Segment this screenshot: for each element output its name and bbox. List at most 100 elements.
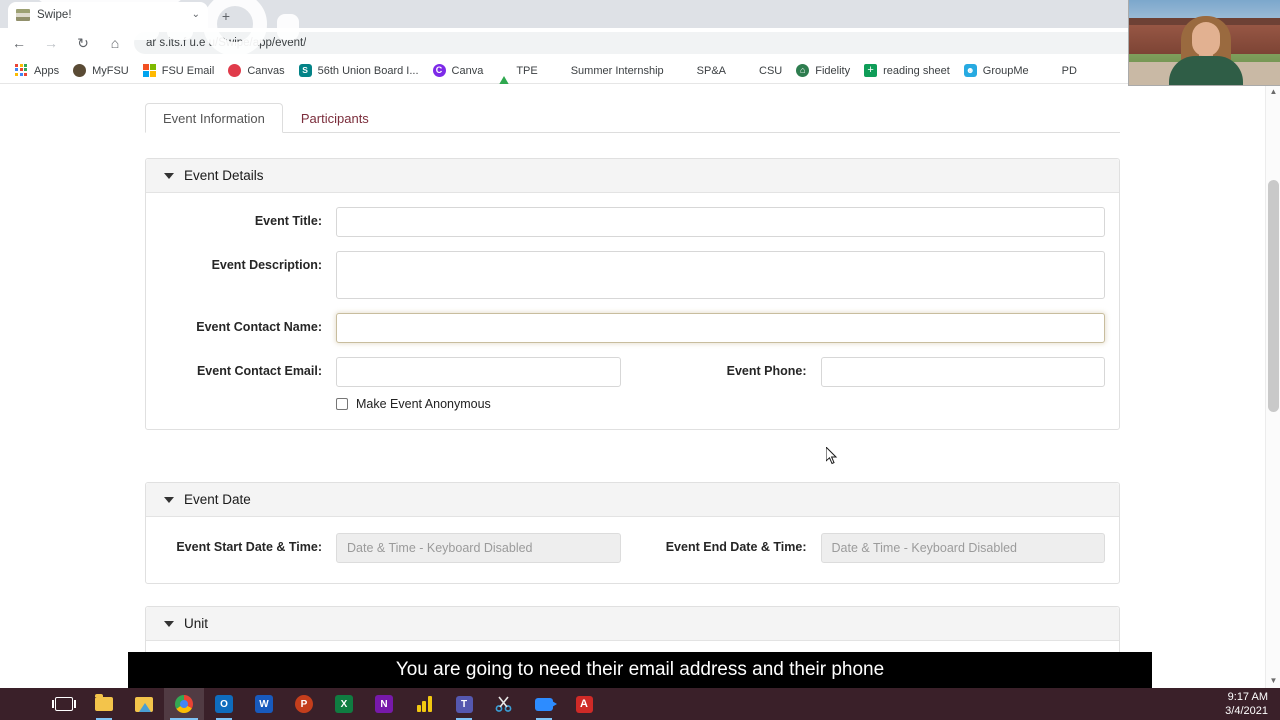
event-contact-name-input[interactable] [336,313,1105,343]
event-start-datetime-input[interactable] [336,533,621,563]
word-button[interactable]: W [244,688,284,720]
task-view-button[interactable] [44,688,84,720]
chrome-button[interactable] [164,688,204,720]
onenote-button[interactable]: N [364,688,404,720]
scroll-down-icon[interactable]: ▼ [1269,676,1278,685]
caption-bar: You are going to need their email addres… [128,652,1152,688]
start-button[interactable] [4,688,44,720]
bookmark-tpe[interactable]: TPE [490,60,544,88]
task-view-icon [52,697,76,711]
snip-sketch-button[interactable] [484,688,524,720]
bookmark-canva[interactable]: C Canva [426,60,491,82]
field-row-contact-email-phone: Event Contact Email: Event Phone: [146,357,1119,387]
scroll-up-icon[interactable]: ▲ [1269,87,1278,96]
excel-button[interactable]: X [324,688,364,720]
chevron-down-icon[interactable] [164,172,174,179]
tab-event-information[interactable]: Event Information [145,103,283,133]
groupme-icon: ☻ [963,63,978,78]
outlook-button[interactable]: O [204,688,244,720]
folder-app-icon [135,696,153,712]
acrobat-button[interactable]: A [564,688,604,720]
home-button[interactable]: ⌂ [102,30,128,56]
back-button[interactable]: ← [6,30,32,56]
media-app-button[interactable] [124,688,164,720]
video-camera-icon [535,697,557,711]
teams-button[interactable]: T [444,688,484,720]
bookmark-union-board[interactable]: S 56th Union Board I... [292,60,426,82]
taskbar-clock[interactable]: 9:17 AM 3/4/2021 [1225,690,1268,718]
canvas-icon [228,63,242,78]
event-date-header[interactable]: Event Date [146,483,1119,517]
address-bar[interactable]: ar s.its.f u.e u/Swipe/app/event/ [134,32,1242,54]
forward-button[interactable]: → [38,30,64,56]
tab-favicon-icon [16,9,30,21]
excel-icon: X [335,695,353,713]
anonymous-checkbox-row[interactable]: Make Event Anonymous [146,397,1119,411]
google-drive-icon [497,63,512,88]
scissors-icon [495,696,512,712]
event-contact-name-label: Event Contact Name: [196,320,322,334]
bookmark-apps[interactable]: Apps [8,60,66,82]
new-tab-button[interactable]: + [216,6,236,26]
vertical-scrollbar[interactable]: ▲ ▼ [1265,84,1280,688]
chevron-down-icon[interactable] [164,620,174,627]
sharepoint-icon: S [298,63,313,78]
bookmark-fidelity[interactable]: ⌂ Fidelity [789,60,857,82]
bookmark-myfsu[interactable]: MyFSU [66,60,136,82]
caption-text: You are going to need their email addres… [395,659,885,680]
event-contact-email-input[interactable] [336,357,621,387]
folder-icon [552,64,566,78]
event-start-label: Event Start Date & Time: [176,540,322,554]
section-title: Event Date [184,492,251,507]
bookmark-csu[interactable]: CSU [733,60,789,82]
bookmark-label: GroupMe [982,64,1029,77]
field-row-event-dates: Event Start Date & Time: Event End Date … [146,533,1119,563]
event-phone-input[interactable] [820,357,1105,387]
bookmarks-bar: Apps MyFSU FSU Email Canvas S 56th Union… [0,58,1280,88]
reload-button[interactable]: ↻ [70,30,96,56]
bookmark-fsu-email[interactable]: FSU Email [136,60,222,82]
section-title: Unit [184,616,209,631]
url-text: ar s.its.f u.e u/Swipe/app/event/ [146,37,307,49]
make-event-anonymous-checkbox[interactable] [336,398,348,410]
event-description-label: Event Description: [211,258,322,272]
tab-participants[interactable]: Participants [283,103,387,133]
event-details-header[interactable]: Event Details [146,159,1119,193]
bookmark-label: CSU [759,64,783,77]
bookmark-canvas[interactable]: Canvas [221,60,291,82]
event-end-datetime-input[interactable] [820,533,1105,563]
event-title-input[interactable] [336,207,1105,237]
bookmark-label: Summer Internship [570,64,664,77]
bookmark-label: Canvas [247,64,285,77]
bookmark-spa[interactable]: SP&A [671,60,733,82]
event-details-card: Event Details Event Title: Event Descrip… [145,158,1120,430]
webcam-overlay [1128,0,1280,86]
event-contact-email-label: Event Contact Email: [196,364,322,378]
browser-tab[interactable]: Swipe! ⌄ [8,2,208,28]
outlook-icon: O [215,695,233,713]
powerpoint-button[interactable]: P [284,688,324,720]
bookmark-label: Fidelity [815,64,851,77]
folder-icon [678,64,692,78]
unit-header[interactable]: Unit [146,607,1119,641]
webcam-person-face [1192,22,1220,56]
clock-time: 9:17 AM [1227,691,1268,703]
event-details-body: Event Title: Event Description: Event Co… [146,193,1119,429]
scrollbar-thumb[interactable] [1268,180,1279,412]
event-description-textarea[interactable] [336,251,1105,299]
powerbi-button[interactable] [404,688,444,720]
bookmark-groupme[interactable]: ☻ GroupMe [957,60,1036,82]
bookmark-summer-internship[interactable]: Summer Internship [545,60,671,82]
event-phone-label: Event Phone: [726,364,807,378]
zoom-button[interactable] [524,688,564,720]
event-date-card: Event Date Event Start Date & Time: Even… [145,482,1120,584]
bookmark-label: TPE [516,64,538,77]
field-row-event-title: Event Title: [146,207,1119,237]
file-explorer-button[interactable] [84,688,124,720]
page-tabs: Event Information Participants [145,103,1120,133]
tab-title: Swipe! [37,9,72,21]
chevron-down-icon[interactable] [164,496,174,503]
bookmark-pd[interactable]: PD [1036,60,1084,82]
chevron-down-icon[interactable]: ⌄ [192,10,200,20]
bookmark-reading-sheet[interactable]: + reading sheet [857,60,957,82]
